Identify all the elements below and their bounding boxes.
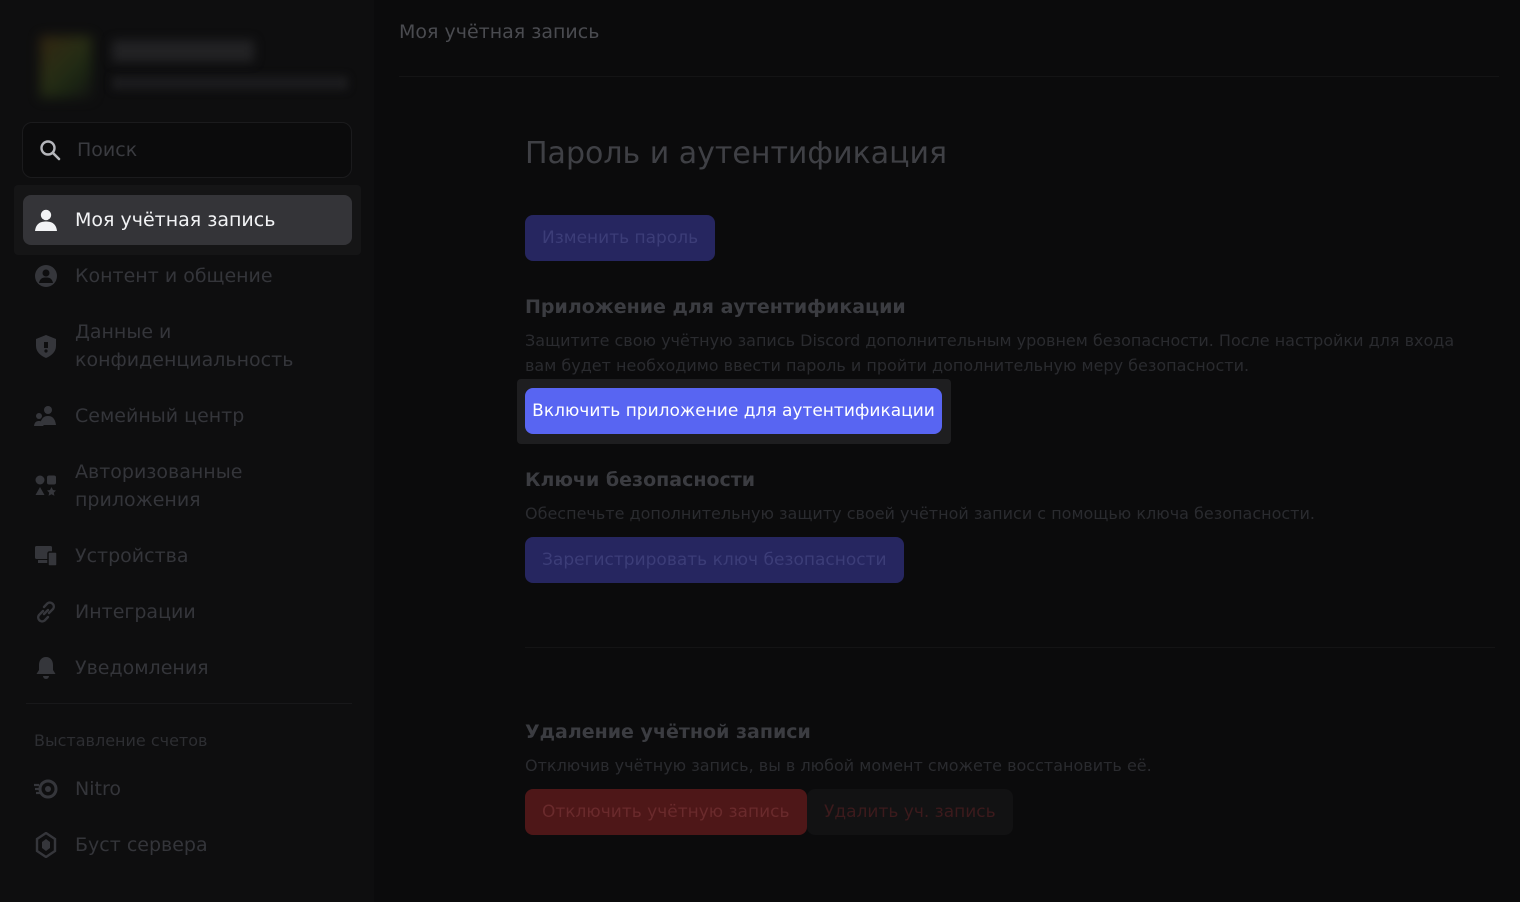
sidebar-item-nitro[interactable]: Nitro	[23, 775, 352, 803]
sidebar-item-family-center[interactable]: Семейный центр	[23, 402, 352, 430]
bell-icon	[33, 655, 59, 681]
sidebar-item-label: Моя учётная запись	[75, 209, 276, 231]
search-input[interactable]	[77, 139, 317, 161]
sidebar-item-label: Данные и конфиденциальность	[75, 321, 294, 371]
page-title: Моя учётная запись	[399, 21, 600, 43]
apps-icon	[33, 473, 59, 499]
nitro-icon	[33, 776, 59, 802]
enable-auth-app-button[interactable]: Включить приложение для аутентификации	[525, 388, 942, 434]
sidebar-item-server-boost[interactable]: Буст сервера	[23, 831, 352, 859]
profile-subtitle-redacted	[112, 76, 348, 90]
search-icon	[39, 139, 61, 161]
security-keys-description: Обеспечьте дополнительную защиту своей у…	[525, 504, 1315, 523]
password-auth-heading: Пароль и аутентификация	[525, 136, 948, 171]
sidebar-item-label: Авторизованные приложения	[75, 461, 243, 511]
sidebar-item-label: Буст сервера	[75, 834, 208, 856]
sidebar-item-content-social[interactable]: Контент и общение	[23, 262, 352, 290]
sidebar-item-my-account[interactable]: Моя учётная запись	[23, 195, 352, 245]
link-icon	[33, 599, 59, 625]
sidebar-item-label: Семейный центр	[75, 405, 245, 427]
register-security-key-button[interactable]: Зарегистрировать ключ безопасности	[525, 537, 904, 583]
person-icon	[33, 207, 59, 233]
sidebar-item-label: Устройства	[75, 545, 189, 567]
sidebar-divider	[26, 703, 352, 704]
disable-account-button[interactable]: Отключить учётную запись	[525, 789, 807, 835]
change-password-button[interactable]: Изменить пароль	[525, 215, 716, 261]
shield-icon	[33, 333, 59, 359]
boost-icon	[33, 831, 59, 859]
username-redacted	[112, 40, 254, 62]
sidebar-item-data-privacy[interactable]: Данные и конфиденциальность	[23, 318, 352, 374]
content-icon	[33, 263, 59, 289]
header-divider	[399, 76, 1499, 77]
sidebar-item-authorized-apps[interactable]: Авторизованные приложения	[23, 458, 352, 514]
avatar	[40, 36, 92, 98]
profile-header	[40, 36, 360, 106]
settings-sidebar: Моя учётная запись Контент и общение Дан…	[0, 0, 374, 902]
sidebar-item-label: Nitro	[75, 778, 121, 800]
search-box[interactable]	[22, 122, 352, 178]
sidebar-item-integrations[interactable]: Интеграции	[23, 598, 352, 626]
devices-icon	[33, 543, 59, 569]
sidebar-item-label: Контент и общение	[75, 265, 273, 287]
sidebar-item-label: Интеграции	[75, 601, 196, 623]
auth-app-heading: Приложение для аутентификации	[525, 296, 906, 318]
sidebar-item-label: Уведомления	[75, 657, 209, 679]
auth-app-description: Защитите свою учётную запись Discord доп…	[525, 331, 1455, 375]
delete-account-description: Отключив учётную запись, вы в любой моме…	[525, 756, 1152, 775]
settings-content: Моя учётная запись Пароль и аутентификац…	[374, 0, 1520, 902]
family-icon	[33, 403, 59, 429]
security-keys-heading: Ключи безопасности	[525, 469, 756, 491]
billing-section-header: Выставление счетов	[34, 731, 208, 750]
delete-account-button[interactable]: Удалить уч. запись	[807, 789, 1013, 835]
sidebar-item-notifications[interactable]: Уведомления	[23, 654, 352, 682]
section-divider	[525, 647, 1495, 648]
delete-account-heading: Удаление учётной записи	[525, 721, 811, 743]
sidebar-item-devices[interactable]: Устройства	[23, 542, 352, 570]
